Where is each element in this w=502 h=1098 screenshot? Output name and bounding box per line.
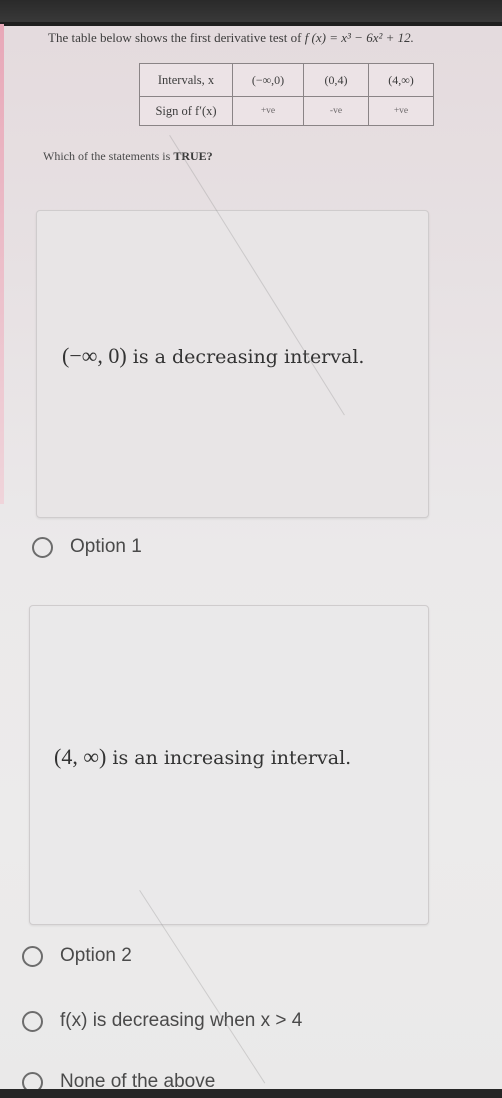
question-intro: The table below shows the first derivati… (48, 30, 414, 46)
table-cell-interval: (4,∞) (368, 63, 434, 97)
table-row-intervals: Intervals, x (−∞,0) (0,4) (4,∞) (139, 63, 434, 97)
radio-button-icon[interactable] (22, 1010, 43, 1032)
top-bezel-edge (0, 22, 502, 26)
question-intro-text: The table below shows the first derivati… (48, 30, 302, 45)
left-edge-highlight (0, 24, 4, 504)
table-cell-interval: (−∞,0) (232, 63, 304, 97)
interval-math: (−∞, 0) (62, 343, 127, 368)
table-cell-sign: +ve (368, 96, 434, 126)
option-2-statement: (4, ∞) is an increasing interval. (54, 744, 351, 770)
table-header-sign: Sign of f′(x) (139, 96, 233, 126)
function-expression: f (x) = x³ − 6x² + 12. (304, 30, 414, 45)
statement-text: is an increasing interval. (106, 747, 352, 769)
table-row-signs: Sign of f′(x) +ve -ve +ve (139, 96, 434, 126)
interval-math: (4, ∞) (54, 744, 107, 769)
option-2[interactable]: Option 2 (22, 945, 132, 967)
prompt-text: Which of the statements is (43, 149, 174, 163)
option-label: f(x) is decreasing when x > 4 (60, 1010, 303, 1031)
option-3[interactable]: f(x) is decreasing when x > 4 (22, 1010, 302, 1032)
option-1-statement: (−∞, 0) is a decreasing interval. (62, 343, 364, 369)
radio-button-icon[interactable] (22, 945, 43, 967)
derivative-test-table: Intervals, x (−∞,0) (0,4) (4,∞) Sign of … (139, 63, 434, 126)
table-cell-sign: -ve (303, 96, 369, 126)
option-1[interactable]: Option 1 (32, 536, 142, 558)
option-1-image-card[interactable]: (−∞, 0) is a decreasing interval. (36, 210, 429, 518)
table-cell-sign: +ve (232, 96, 304, 126)
bottom-screen-bezel (0, 1089, 502, 1098)
statement-text: is a decreasing interval. (126, 346, 365, 368)
table-header-intervals: Intervals, x (139, 63, 233, 97)
option-2-image-card[interactable]: (4, ∞) is an increasing interval. (29, 605, 429, 925)
radio-button-icon[interactable] (32, 536, 53, 558)
table-cell-interval: (0,4) (303, 63, 369, 97)
top-screen-bezel (0, 0, 502, 24)
option-label: Option 2 (60, 945, 132, 966)
option-label: Option 1 (70, 536, 142, 557)
